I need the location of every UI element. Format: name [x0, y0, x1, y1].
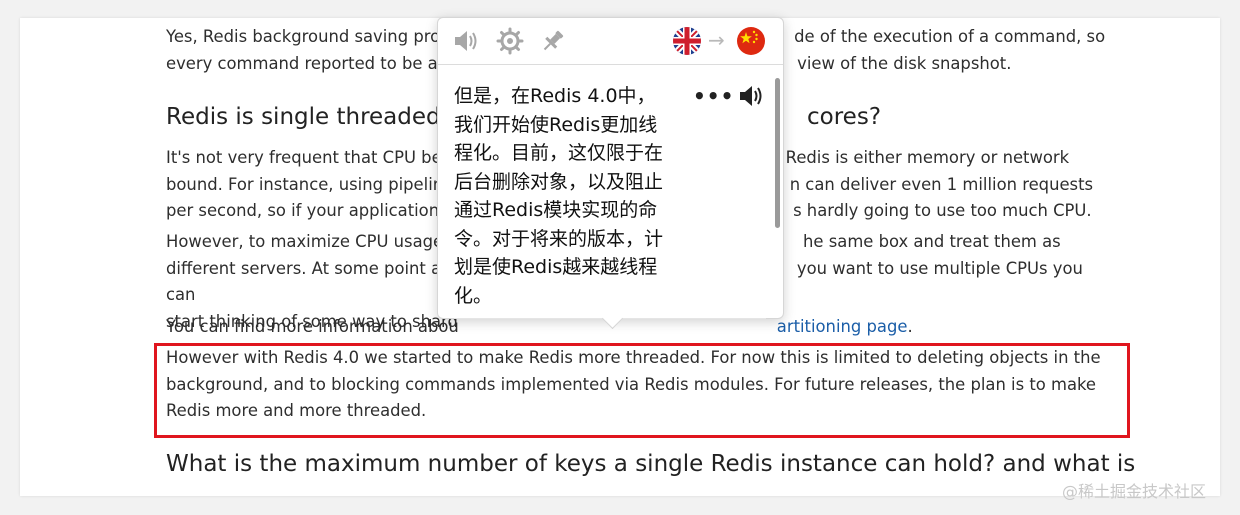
speaker-icon[interactable]	[736, 82, 766, 110]
text-fragment: .	[907, 317, 913, 336]
settings-gear-icon[interactable]	[496, 27, 524, 55]
text-fragment: bound. For instance, using pipelini	[166, 174, 448, 194]
translation-popup[interactable]: → 但是，在Redis 4.0中， 我们开始使Redis更加线 程化。目前，这仅…	[437, 17, 784, 319]
translation-line: 程化。目前，这仅限于在	[454, 142, 664, 164]
translation-line: 令。对于将来的版本，计	[454, 227, 664, 250]
translation-line: 我们开始使Redis更加线	[454, 113, 658, 136]
watermark: @稀土掘金技术社区	[1062, 482, 1207, 501]
popup-toolbar: →	[438, 18, 783, 65]
heading-fragment: cores?	[807, 104, 882, 130]
speaker-icon[interactable]	[452, 27, 480, 55]
language-arrow-icon: →	[708, 28, 725, 52]
uk-flag-icon[interactable]	[673, 27, 701, 55]
heading-fragment: Redis is single threaded. I	[166, 104, 463, 130]
heading-fragment: What is the maximum number of keys a sin…	[166, 451, 1136, 477]
text-fragment: You can find more information abou	[166, 317, 459, 336]
text-fragment: he same box and treat them as	[803, 232, 1061, 251]
text-fragment: de of the execution of a command, so	[794, 27, 1106, 46]
text-fragment: s hardly going to use too much CPU.	[793, 201, 1092, 220]
translation-line: 通过Redis模块实现的命	[454, 199, 658, 221]
text-fragment: different servers. At some point a s	[166, 258, 455, 278]
text-fragment: Redis is either memory or network	[785, 148, 1070, 167]
text-fragment: Yes, Redis background saving proc	[166, 27, 450, 46]
text-fragment: per second, so if your application r	[166, 201, 452, 220]
more-options-icon[interactable]: •••	[693, 84, 734, 108]
highlight-annotation-box	[154, 343, 1130, 438]
china-flag-icon[interactable]	[737, 27, 765, 55]
translation-line: 化。	[454, 284, 493, 307]
translation-line: 后台删除对象，以及阻止	[454, 170, 664, 193]
pin-icon[interactable]	[539, 27, 567, 55]
translation-text: 但是，在Redis 4.0中， 我们开始使Redis更加线 程化。目前，这仅限于…	[454, 82, 684, 310]
partitioning-page-link[interactable]: artitioning page	[777, 317, 908, 336]
translation-line: 划是使Redis越来越线程	[454, 256, 658, 278]
text-fragment: every command reported to be ato	[166, 53, 455, 73]
text-fragment: It's not very frequent that CPU bec	[166, 148, 451, 167]
text-fragment: view of the disk snapshot.	[797, 53, 1012, 73]
heading-maximum-keys: What is the maximum number of keys a sin…	[166, 451, 1135, 477]
popup-scrollbar[interactable]	[775, 78, 780, 228]
text-fragment: n can deliver even 1 million requests	[789, 174, 1094, 194]
translation-line: 但是，在Redis 4.0中，	[454, 85, 656, 107]
text-fragment: However, to maximize CPU usage y	[166, 232, 459, 251]
